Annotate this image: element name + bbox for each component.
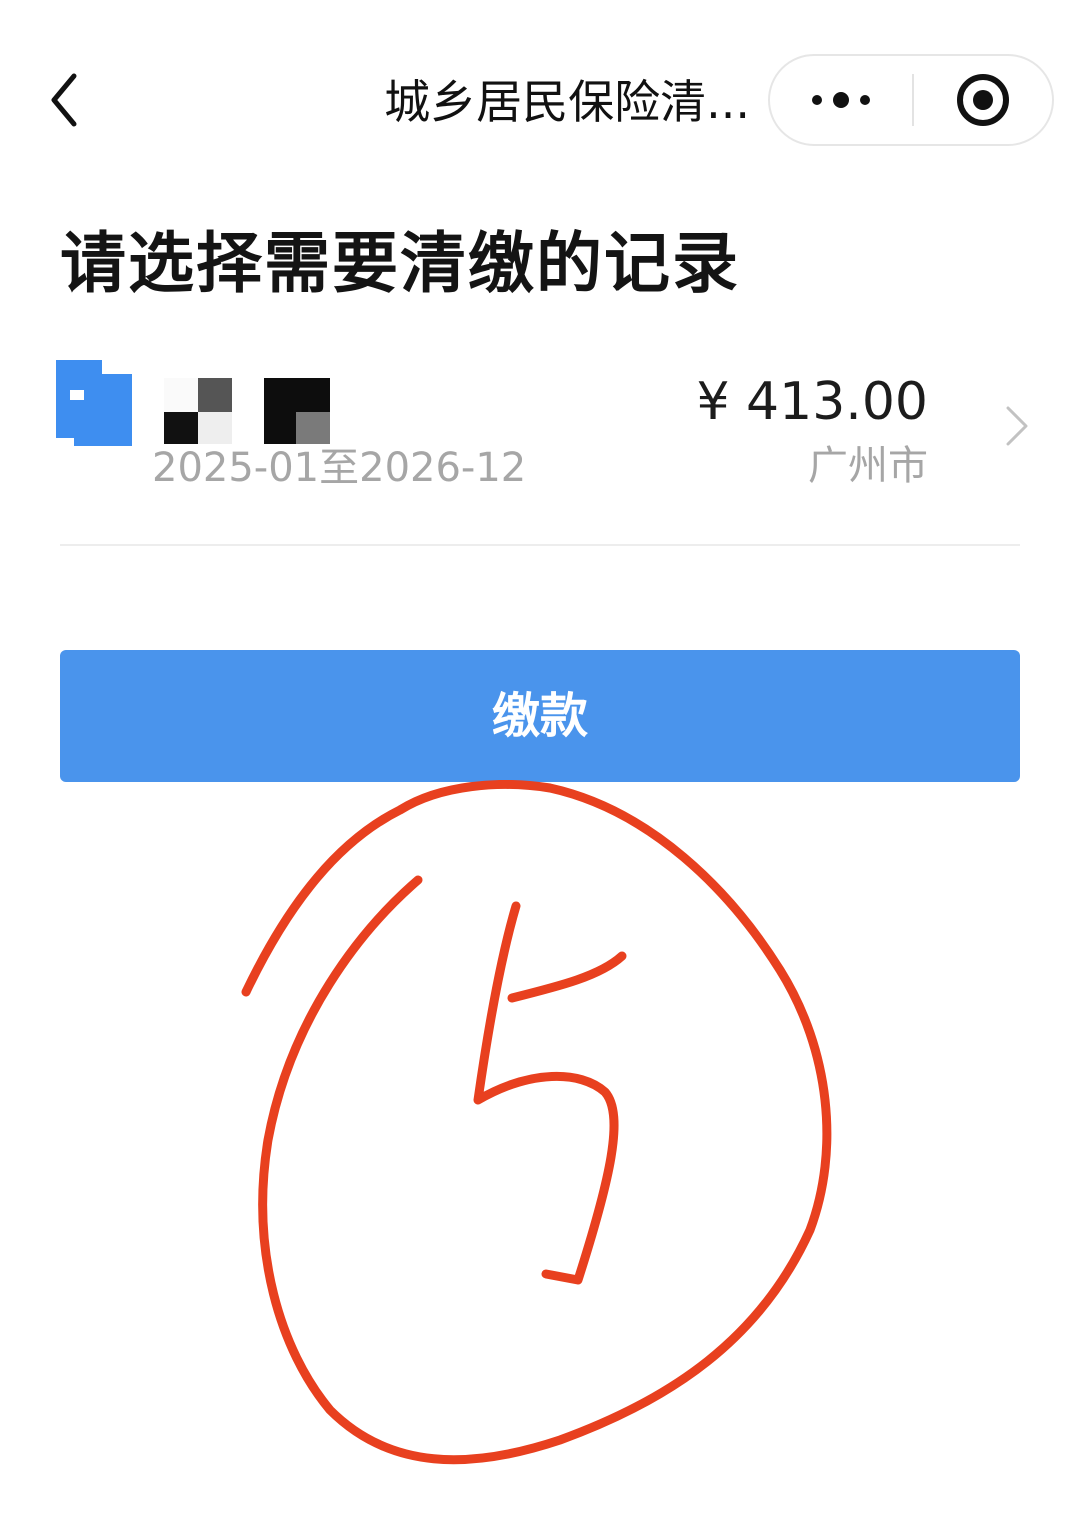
pay-button[interactable]: 缴款 xyxy=(60,650,1020,782)
handwritten-annotation xyxy=(241,780,832,1465)
page-title: 城乡居民保险清... xyxy=(384,75,750,129)
target-circle-icon xyxy=(957,74,1009,126)
payment-record-row[interactable]: 2025-01至2026-12 ¥ 413.00 广州市 xyxy=(56,350,1032,546)
close-mini-program-button[interactable] xyxy=(914,56,1052,144)
annotation-circle-stroke xyxy=(241,780,832,1465)
id-card-icon xyxy=(56,360,132,446)
back-button[interactable] xyxy=(34,70,94,130)
divider xyxy=(60,544,1020,546)
chevron-right-icon xyxy=(1006,406,1028,446)
amount-due: ¥ 413.00 xyxy=(696,372,928,432)
more-button[interactable] xyxy=(770,56,912,144)
annotation-digit-stroke xyxy=(473,901,627,1285)
city-label: 广州市 xyxy=(808,443,928,489)
chevron-left-icon xyxy=(51,73,77,127)
coverage-period: 2025-01至2026-12 xyxy=(152,445,527,491)
mini-program-capsule xyxy=(768,54,1054,146)
top-nav-bar: 城乡居民保险清... xyxy=(0,0,1080,200)
section-heading: 请选择需要清缴的记录 xyxy=(60,225,740,302)
more-dots-icon xyxy=(812,92,870,108)
